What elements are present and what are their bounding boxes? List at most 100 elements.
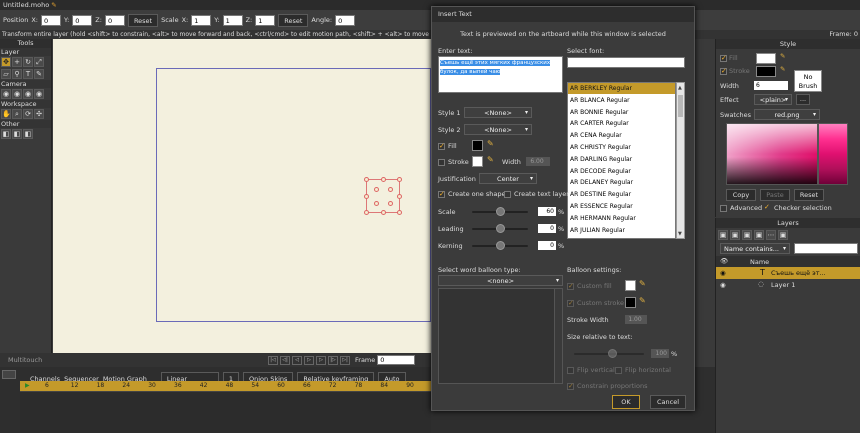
no-brush-button[interactable]: No Brush	[794, 70, 822, 92]
scale-icon[interactable]: ⤢	[34, 57, 44, 67]
position-y-field[interactable]: 0	[72, 14, 93, 26]
fill-checkbox[interactable]	[720, 54, 727, 62]
stroke-width-field[interactable]: 6.00	[526, 157, 550, 166]
timeline-track[interactable]	[20, 391, 431, 433]
size-relative-knob[interactable]	[608, 349, 617, 358]
reset-position-button[interactable]: Reset	[127, 13, 159, 27]
font-list-item[interactable]: AR BERKLEY Regular	[568, 83, 675, 95]
ok-button[interactable]: OK	[612, 395, 640, 409]
fill-color-swatch[interactable]	[472, 140, 483, 151]
group-layer-icon[interactable]: ▣	[778, 230, 788, 240]
transform-layer-icon[interactable]: ✥	[1, 57, 11, 67]
scale-slider-knob[interactable]	[496, 207, 505, 216]
name-filter-select[interactable]: Name contains...	[720, 243, 790, 254]
swatch-palette[interactable]	[726, 123, 818, 185]
scroll-down-icon[interactable]: ▼	[678, 231, 683, 237]
first-frame-icon[interactable]: |◁	[268, 355, 278, 365]
custom-stroke-swatch[interactable]	[625, 297, 636, 308]
custom-fill-checkbox[interactable]	[567, 282, 574, 290]
camera-pan-icon[interactable]: ◉	[34, 89, 44, 99]
checker-selection-checkbox[interactable]	[764, 203, 771, 212]
play-icon[interactable]: ▷	[304, 355, 314, 365]
zoom-icon[interactable]: ⌕	[12, 109, 22, 119]
layer-row-text[interactable]: ◉ T Съешь ещё эт...	[716, 267, 860, 279]
last-frame-icon[interactable]: ▷|	[340, 355, 350, 365]
custom-stroke-eyedropper-icon[interactable]: ✎	[639, 296, 646, 305]
stroke-color-swatch[interactable]	[756, 66, 776, 77]
scale-field[interactable]: 60	[538, 207, 556, 216]
insert-text-icon[interactable]: ◧	[12, 129, 22, 139]
stroke-checkbox[interactable]	[438, 159, 445, 166]
stroke-checkbox[interactable]	[720, 67, 727, 75]
fill-eyedropper-icon[interactable]: ✎	[780, 52, 785, 60]
text-preview-bounds[interactable]	[364, 177, 402, 215]
balloon-list-scrollbar[interactable]	[554, 289, 562, 383]
translate-icon[interactable]: +	[12, 57, 22, 67]
prev-frame-icon[interactable]: ◁	[292, 355, 302, 365]
layer-search-input[interactable]	[794, 243, 858, 254]
document-tab[interactable]: Untitled.moho	[3, 1, 49, 9]
kerning-field[interactable]: 0	[538, 241, 556, 250]
next-key-icon[interactable]: |▷	[328, 355, 338, 365]
font-list-item[interactable]: AR CENA Regular	[568, 130, 675, 142]
camera-roll-icon[interactable]: ◉	[23, 89, 33, 99]
font-list-item[interactable]: AR DESTINE Regular	[568, 189, 675, 201]
font-list-item[interactable]: AR BLANCA Regular	[568, 95, 675, 107]
camera-zoom-icon[interactable]: ◉	[12, 89, 22, 99]
multitouch-label[interactable]: Multitouch	[8, 356, 42, 364]
timeline-menu-icon[interactable]	[2, 370, 16, 379]
timeline-ruler[interactable]: ▶ 6 12 18 24 30 36 42 48 54 60 66 72 78 84 90	[20, 381, 431, 391]
delete-layer-icon[interactable]: ▣	[742, 230, 752, 240]
hand-icon[interactable]: ✋	[1, 109, 11, 119]
balloon-type-select[interactable]: <none>	[438, 275, 563, 286]
pen-icon[interactable]: ✎	[34, 69, 44, 79]
font-list-item[interactable]: AR BONNIE Regular	[568, 107, 675, 119]
style1-select[interactable]: <None>	[464, 107, 532, 118]
stroke-eyedropper-icon[interactable]: ✎	[487, 155, 494, 164]
font-list[interactable]: AR BERKLEY Regular AR BLANCA Regular AR BO…	[567, 82, 676, 239]
advanced-checkbox[interactable]	[720, 205, 727, 212]
create-one-shape-checkbox[interactable]	[438, 190, 445, 198]
bone-icon[interactable]: ⚲	[12, 69, 22, 79]
constrain-proportions-checkbox[interactable]	[567, 382, 574, 390]
new-layer-icon[interactable]: ▣	[718, 230, 728, 240]
flip-vertical-checkbox[interactable]	[567, 367, 574, 374]
fill-eyedropper-icon[interactable]: ✎	[487, 139, 494, 148]
rotate-icon[interactable]: ↻	[23, 57, 33, 67]
orbit-icon[interactable]: ✣	[34, 109, 44, 119]
effect-select[interactable]: <plain>	[754, 94, 792, 105]
scale-z-field[interactable]: 1	[255, 14, 276, 26]
rotate-workspace-icon[interactable]: ⟳	[23, 109, 33, 119]
kerning-slider-knob[interactable]	[496, 241, 505, 250]
swatch-strip[interactable]	[818, 123, 848, 185]
font-list-item[interactable]: AR ESSENCE Regular	[568, 201, 675, 213]
font-list-item[interactable]: AR HERMANN Regular	[568, 213, 675, 225]
layer-visible-icon[interactable]: ◉	[720, 281, 726, 289]
custom-fill-swatch[interactable]	[625, 280, 636, 291]
font-list-item[interactable]: AR CARTER Regular	[568, 118, 675, 131]
width-field[interactable]: 6	[754, 81, 788, 90]
justification-select[interactable]: Center	[479, 173, 537, 184]
layer-settings-icon[interactable]: ▣	[754, 230, 764, 240]
paste-button[interactable]: Paste	[760, 189, 790, 201]
more-layer-icon[interactable]: ⋯	[766, 230, 776, 240]
next-frame-icon[interactable]: ▷	[316, 355, 326, 365]
position-x-field[interactable]: 0	[40, 14, 61, 26]
font-search-input[interactable]	[567, 57, 685, 68]
leading-field[interactable]: 0	[538, 224, 556, 233]
fill-checkbox[interactable]	[438, 142, 445, 150]
eyedropper-icon[interactable]: ◧	[1, 129, 11, 139]
leading-slider-knob[interactable]	[496, 224, 505, 233]
layer-visible-icon[interactable]: ◉	[720, 269, 726, 277]
create-text-layer-checkbox[interactable]	[504, 191, 511, 198]
balloon-preview-list[interactable]	[438, 288, 563, 384]
playhead-icon[interactable]: ▶	[25, 382, 30, 389]
copy-button[interactable]: Copy	[726, 189, 756, 201]
balloon-stroke-width-field[interactable]: 1.00	[625, 315, 647, 324]
font-list-item[interactable]: AR DARLING Regular	[568, 154, 675, 166]
shear-icon[interactable]: ▱	[1, 69, 11, 79]
position-z-field[interactable]: 0	[104, 14, 125, 26]
stroke-eyedropper-icon[interactable]: ✎	[780, 65, 785, 73]
font-list-scrollbar[interactable]: ▲ ▼	[676, 82, 685, 239]
font-list-item[interactable]: AR DECODE Regular	[568, 166, 675, 178]
